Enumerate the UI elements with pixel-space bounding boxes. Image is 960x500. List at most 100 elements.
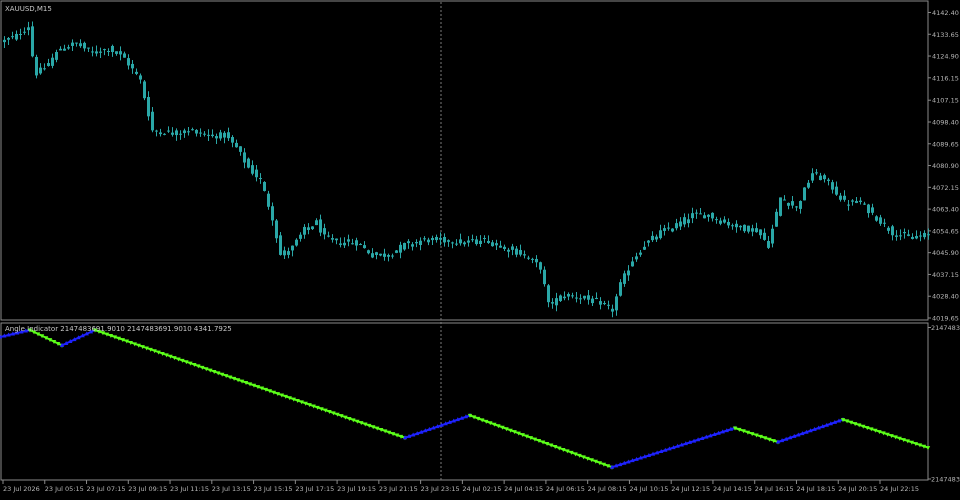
candle-body xyxy=(531,258,534,260)
candle-body xyxy=(103,49,106,51)
candle-body xyxy=(19,34,22,36)
indicator-tick-label: 2147483691 xyxy=(931,476,960,484)
candle-body xyxy=(155,130,158,132)
candle-body xyxy=(847,204,850,206)
candle-body xyxy=(735,223,738,228)
candle-body xyxy=(783,199,786,201)
candle-body xyxy=(767,240,770,248)
candle-body xyxy=(579,298,582,300)
candle-body xyxy=(439,237,442,240)
candle-body xyxy=(823,175,826,180)
price-tick-label: 4098.40 xyxy=(932,118,959,126)
candle-body xyxy=(147,96,150,117)
candle-body xyxy=(679,221,682,227)
price-tick-label: 4037.15 xyxy=(932,271,959,279)
candle-body xyxy=(667,227,670,229)
candle-body xyxy=(407,241,410,244)
price-tick-label: 4028.40 xyxy=(932,293,959,301)
candle-body xyxy=(99,51,102,53)
candle-body xyxy=(915,236,918,239)
candle-body xyxy=(167,130,170,132)
candle-body xyxy=(831,182,834,190)
candle-body xyxy=(751,228,754,232)
candle-body xyxy=(59,48,62,51)
candle-body xyxy=(263,182,266,191)
candle-body xyxy=(447,240,450,242)
candle-body xyxy=(451,242,454,244)
candle-body xyxy=(403,242,406,250)
candle-body xyxy=(227,132,230,139)
candle-body xyxy=(567,294,570,297)
candle-body xyxy=(203,133,206,135)
candle-body xyxy=(159,132,162,135)
candle-body xyxy=(355,240,358,246)
candle-body xyxy=(387,255,390,257)
time-tick-label: 24 Jul 22:15 xyxy=(880,485,919,493)
candle-body xyxy=(863,203,866,205)
candle-body xyxy=(111,45,114,53)
candle-body xyxy=(279,235,282,255)
candle-body xyxy=(515,248,518,255)
candle-body xyxy=(507,249,510,252)
candle-body xyxy=(131,63,134,69)
chart-canvas[interactable]: 4142.40 4133.65 4124.90 4116.15 4107.15 4098.… xyxy=(0,0,960,496)
candle-body xyxy=(31,26,34,57)
candle-body xyxy=(883,222,886,224)
candle-body xyxy=(487,240,490,243)
candle-body xyxy=(719,220,722,224)
candle-body xyxy=(591,298,594,304)
candle-body xyxy=(527,257,530,259)
candle-body xyxy=(431,237,434,241)
candle-body xyxy=(891,226,894,236)
candle-body xyxy=(143,81,146,99)
chart-window[interactable]: 4142.40 4133.65 4124.90 4116.15 4107.15 4098.… xyxy=(0,0,960,496)
time-tick-label: 24 Jul 02:15 xyxy=(462,485,501,493)
candle-body xyxy=(811,173,814,181)
candle-body xyxy=(199,132,202,134)
candle-body xyxy=(691,213,694,219)
candle-body xyxy=(15,33,18,40)
candle-body xyxy=(47,63,50,66)
time-tick-label: 23 Jul 11:15 xyxy=(170,485,209,493)
candle-body xyxy=(459,239,462,244)
chart-background xyxy=(0,0,960,496)
candle-body xyxy=(547,285,550,303)
candle-body xyxy=(887,227,890,231)
candle-body xyxy=(195,129,198,134)
candle-body xyxy=(247,158,250,168)
candle-body xyxy=(675,223,678,229)
candle-body xyxy=(291,245,294,251)
candle-body xyxy=(799,201,802,209)
candle-body xyxy=(759,229,762,236)
time-tick-label: 23 Jul 07:15 xyxy=(87,485,126,493)
candle-body xyxy=(191,129,194,131)
candle-body xyxy=(615,296,618,311)
candle-body xyxy=(391,255,394,257)
time-tick-label: 23 Jul 23:15 xyxy=(421,485,460,493)
candle-body xyxy=(123,53,126,58)
candle-body xyxy=(643,246,646,250)
time-tick-label: 24 Jul 20:15 xyxy=(838,485,877,493)
candle-body xyxy=(287,251,290,255)
time-tick-label: 24 Jul 08:15 xyxy=(588,485,627,493)
candle-body xyxy=(171,132,174,135)
time-tick-label: 24 Jul 10:15 xyxy=(629,485,668,493)
candle-body xyxy=(787,202,790,206)
candle-body xyxy=(219,132,222,139)
price-tick-label: 4080.90 xyxy=(932,162,959,170)
candle-body xyxy=(611,308,614,312)
candle-body xyxy=(867,204,870,214)
time-tick-label: 23 Jul 19:15 xyxy=(337,485,376,493)
candle-body xyxy=(803,187,806,201)
indicator-label: Angle Indicator 2147483691.9010 21474836… xyxy=(5,325,232,333)
time-tick-label: 23 Jul 21:15 xyxy=(379,485,418,493)
price-tick-label: 4019.65 xyxy=(932,315,959,323)
candle-body xyxy=(55,51,58,60)
candle-body xyxy=(895,235,898,237)
candle-body xyxy=(711,212,714,219)
candle-body xyxy=(775,211,778,227)
time-tick-label: 23 Jul 09:15 xyxy=(128,485,167,493)
candle-body xyxy=(503,246,506,250)
candle-body xyxy=(879,217,882,224)
price-tick-label: 4063.40 xyxy=(932,206,959,214)
